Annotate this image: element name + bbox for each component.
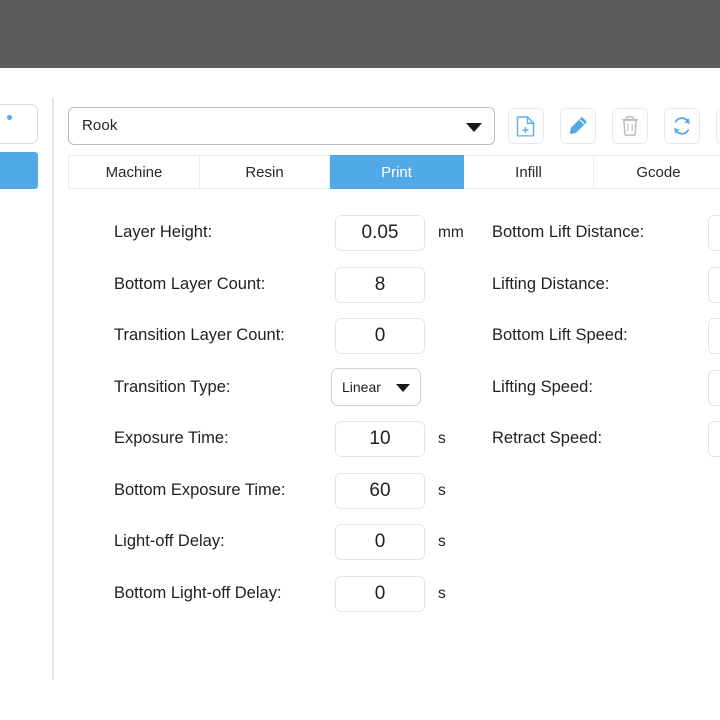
tab-label: Machine: [106, 164, 163, 181]
tab-resin[interactable]: Resin: [200, 155, 330, 189]
profile-select-value: Rook: [82, 117, 117, 134]
field-input[interactable]: 8: [335, 267, 425, 303]
field-row: Light-off Delay: 0s: [90, 524, 490, 576]
pencil-icon: [568, 116, 589, 137]
field-input[interactable]: [708, 421, 720, 457]
field-row: Bottom Lift Speed:: [480, 318, 720, 370]
rail-chip-button[interactable]: [0, 104, 38, 144]
field-input-value: 0: [336, 325, 424, 347]
trash-icon: [621, 116, 640, 137]
tab-machine[interactable]: Machine: [68, 155, 200, 189]
field-unit: s: [438, 585, 446, 603]
field-label: Bottom Lift Speed:: [492, 326, 628, 345]
field-label: Lifting Speed:: [492, 378, 593, 397]
field-row: Lifting Distance:: [480, 267, 720, 319]
tab-print[interactable]: Print: [330, 155, 464, 189]
field-input[interactable]: 0: [335, 524, 425, 560]
field-label: Exposure Time:: [114, 429, 229, 448]
edit-profile-button[interactable]: [560, 108, 596, 144]
new-profile-button[interactable]: [508, 108, 544, 144]
field-input-value: 60: [336, 480, 424, 502]
tab-label: Infill: [515, 164, 542, 181]
field-select[interactable]: Linear: [331, 368, 421, 406]
field-row: Transition Layer Count: 0: [90, 318, 490, 370]
field-label: Bottom Light-off Delay:: [114, 584, 282, 603]
panel-divider: [52, 98, 54, 680]
field-row: Bottom Lift Distance:: [480, 215, 720, 267]
tab-label: Resin: [245, 164, 283, 181]
field-input[interactable]: [708, 370, 720, 406]
field-label: Retract Speed:: [492, 429, 602, 448]
settings-column-left: Layer Height: 0.05 mm Bottom Layer Count: 8 T…: [90, 215, 490, 627]
field-unit: s: [438, 430, 446, 448]
field-row: Layer Height: 0.05 mm: [90, 215, 490, 267]
field-unit: s: [438, 533, 446, 551]
tab-label: Gcode: [636, 164, 680, 181]
tab-gcode[interactable]: Gcode: [594, 155, 720, 189]
field-input[interactable]: 10: [335, 421, 425, 457]
field-label: Layer Height:: [114, 223, 212, 242]
viewport-top-bar: [0, 0, 720, 68]
field-input-value: 0: [336, 531, 424, 553]
chevron-down-icon: [466, 123, 482, 132]
field-input-value: 0: [336, 583, 424, 605]
field-row: Retract Speed:: [480, 421, 720, 473]
rail-selected-item[interactable]: [0, 152, 38, 189]
field-input[interactable]: [708, 215, 720, 251]
field-row: Bottom Exposure Time: 60 s: [90, 473, 490, 525]
field-label: Lifting Distance:: [492, 275, 609, 294]
field-label: Bottom Lift Distance:: [492, 223, 644, 242]
field-label: Bottom Exposure Time:: [114, 481, 286, 500]
field-input[interactable]: 0: [335, 318, 425, 354]
app-window: Rook: [0, 0, 720, 720]
field-input[interactable]: [708, 318, 720, 354]
field-select-value: Linear: [342, 379, 381, 395]
field-label: Transition Layer Count:: [114, 326, 285, 345]
profile-select[interactable]: Rook: [68, 107, 495, 145]
file-plus-icon: [517, 116, 536, 137]
tab-infill[interactable]: Infill: [464, 155, 594, 189]
field-unit: s: [438, 482, 446, 500]
field-input-value: 10: [336, 428, 424, 450]
reset-profile-button[interactable]: [664, 108, 700, 144]
settings-column-right: Bottom Lift Distance: Lifting Distance: Bo…: [480, 215, 720, 473]
field-row: Lifting Speed:: [480, 370, 720, 422]
tab-label: Print: [381, 164, 412, 181]
field-label: Bottom Layer Count:: [114, 275, 265, 294]
field-input[interactable]: 0: [335, 576, 425, 612]
left-rail-panel: [0, 68, 52, 720]
field-unit: mm: [438, 224, 464, 242]
field-label: Light-off Delay:: [114, 532, 225, 551]
field-input[interactable]: [708, 267, 720, 303]
field-row: Bottom Light-off Delay: 0s: [90, 576, 490, 628]
field-row: Transition Type: Linear: [90, 370, 490, 422]
field-input-value: 8: [336, 274, 424, 296]
field-row: Bottom Layer Count: 8: [90, 267, 490, 319]
import-profile-button[interactable]: [716, 108, 720, 144]
field-row: Exposure Time: 10 s: [90, 421, 490, 473]
field-label: Transition Type:: [114, 378, 230, 397]
rail-chip-dot-icon: [7, 115, 12, 120]
field-input[interactable]: 0.05: [335, 215, 425, 251]
field-input[interactable]: 60: [335, 473, 425, 509]
refresh-icon: [672, 116, 693, 137]
chevron-down-icon: [396, 384, 410, 392]
delete-profile-button[interactable]: [612, 108, 648, 144]
settings-tabbar: Machine Resin Print Infill Gcode: [68, 155, 720, 189]
field-input-value: 0.05: [336, 222, 424, 244]
